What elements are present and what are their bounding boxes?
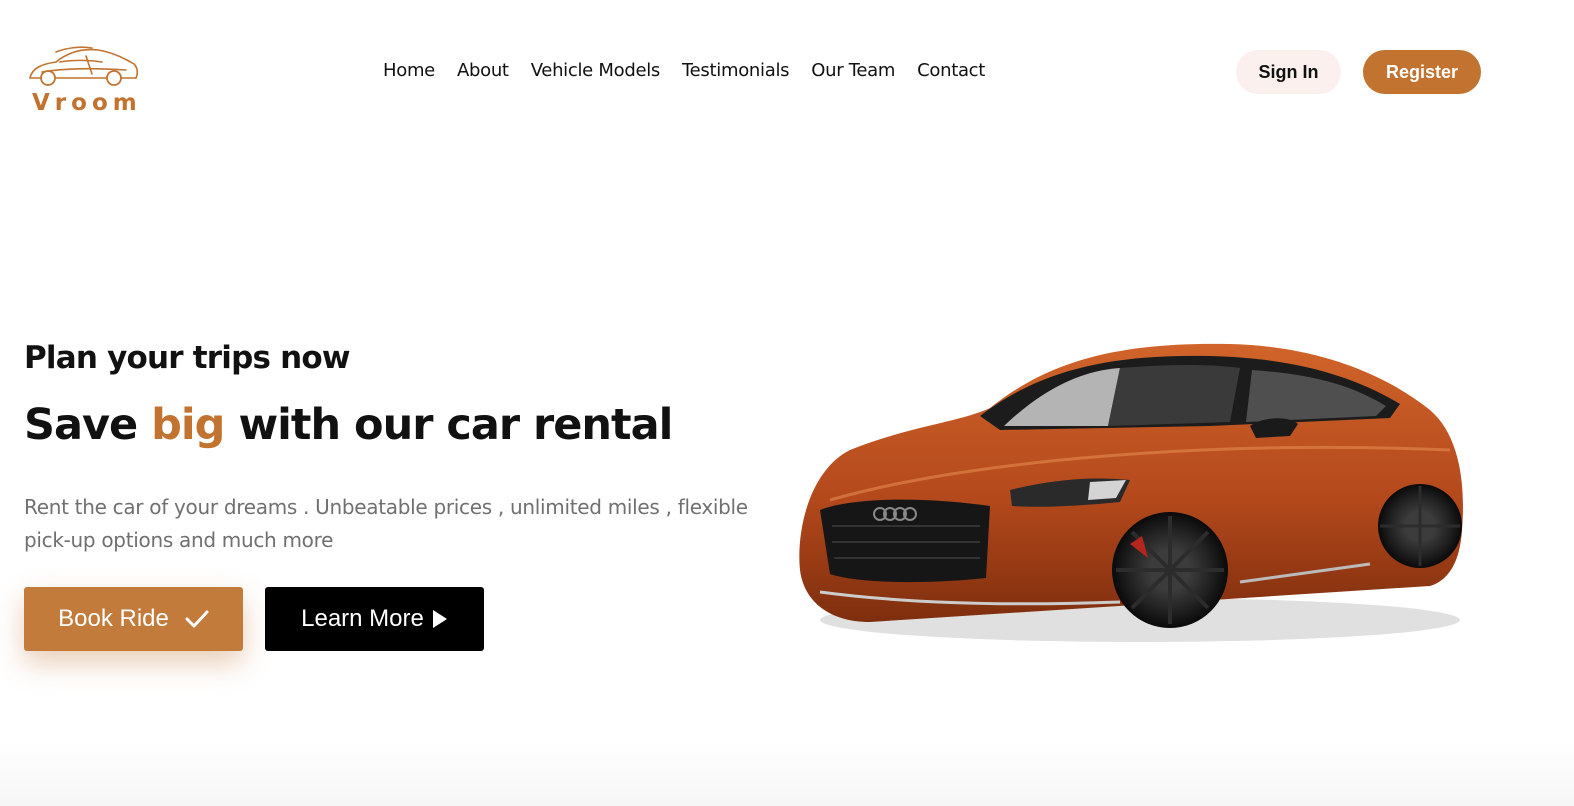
nav-item-vehicle-models[interactable]: Vehicle Models: [531, 60, 661, 81]
main-nav: Home About Vehicle Models Testimonials O…: [383, 60, 985, 81]
hero-title-suffix: with our car rental: [224, 400, 673, 450]
site-header: Vroom Home About Vehicle Models Testimon…: [0, 0, 1574, 140]
book-ride-button[interactable]: Book Ride: [24, 587, 243, 651]
hero-subtitle: Plan your trips now: [24, 340, 351, 376]
nav-item-home[interactable]: Home: [383, 60, 435, 81]
play-icon: [432, 609, 448, 629]
car-logo-icon: [29, 46, 139, 86]
hero-car-image: [790, 330, 1470, 650]
hero-title-accent: big: [151, 400, 225, 450]
hero-description: Rent the car of your dreams . Unbeatable…: [24, 495, 748, 552]
section-divider: [0, 740, 1574, 806]
brand-logo[interactable]: Vroom: [26, 44, 140, 118]
check-icon: [185, 609, 209, 629]
nav-item-about[interactable]: About: [457, 60, 509, 81]
hero-title: Save big with our car rental: [24, 400, 673, 450]
hero-title-prefix: Save: [24, 400, 152, 450]
brand-name: Vroom: [32, 90, 142, 116]
sign-in-button[interactable]: Sign In: [1236, 50, 1341, 94]
nav-item-testimonials[interactable]: Testimonials: [682, 60, 790, 81]
learn-more-label: Learn More: [301, 605, 424, 632]
nav-item-contact[interactable]: Contact: [917, 60, 985, 81]
nav-item-our-team[interactable]: Our Team: [811, 60, 895, 81]
register-button[interactable]: Register: [1363, 50, 1481, 94]
book-ride-label: Book Ride: [58, 605, 169, 632]
learn-more-button[interactable]: Learn More: [265, 587, 484, 651]
